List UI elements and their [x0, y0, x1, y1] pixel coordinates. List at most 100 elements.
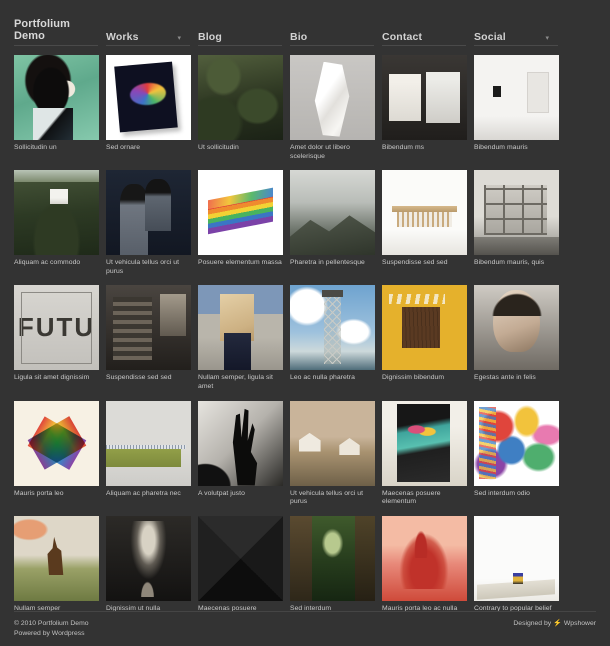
site-title-line1: Portfolium: [14, 18, 70, 30]
item-caption: Aliquam ac commodo: [14, 259, 81, 267]
item-caption: Bibendum mauris: [474, 144, 528, 151]
item-caption: Pharetra in pellentesque: [290, 259, 365, 267]
portfolio-item[interactable]: Bibendum mauris, quis: [474, 170, 566, 276]
item-caption: A volutpat justo: [198, 489, 245, 497]
thumbnail-image[interactable]: [474, 55, 559, 140]
item-caption: Maecenas posuere elementum: [382, 489, 441, 506]
portfolio-item[interactable]: Aliquam ac pharetra nec: [106, 400, 198, 507]
designer-link[interactable]: Wpshower: [564, 619, 596, 629]
nav-item-works[interactable]: Works ▾: [106, 12, 198, 46]
chevron-down-icon: ▾: [177, 35, 181, 42]
thumbnail-image[interactable]: [106, 285, 191, 371]
portfolio-item[interactable]: Nullam semper, ligula sit amet: [198, 285, 290, 391]
thumbnail-image[interactable]: [474, 285, 559, 371]
portfolio-item[interactable]: Maecenas posuere elementum: [382, 400, 474, 507]
nav-label-social: Social: [474, 31, 506, 43]
portfolio-item[interactable]: Mauris porta leo: [14, 400, 106, 507]
nav-label-bio: Bio: [290, 31, 308, 43]
portfolio-item[interactable]: Nullam semper: [14, 515, 106, 614]
thumbnail-image[interactable]: [382, 55, 467, 140]
portfolio-item[interactable]: Sed interdum: [290, 515, 382, 614]
portfolio-item[interactable]: Suspendisse sed sed: [106, 285, 198, 391]
thumbnail-image[interactable]: [474, 515, 559, 601]
portfolio-item[interactable]: Egestas ante in felis: [474, 285, 566, 391]
item-caption: Bibendum ms: [382, 144, 425, 151]
nav-item-social[interactable]: Social ▾: [474, 12, 566, 46]
item-caption: Ligula sit amet dignissim: [14, 374, 90, 382]
thumbnail-image[interactable]: [14, 515, 99, 601]
item-caption: Egestas ante in felis: [474, 374, 536, 382]
grid-row: Sollicitudin un Sed ornare Ut sollicitud…: [14, 55, 596, 170]
portfolio-item[interactable]: Sollicitudin un: [14, 55, 106, 161]
portfolio-item[interactable]: Pharetra in pellentesque: [290, 170, 382, 276]
powered-by-text[interactable]: Powered by Wordpress: [14, 629, 89, 639]
portfolio-item[interactable]: A volutpat justo: [198, 400, 290, 507]
portfolio-item[interactable]: Bibendum ms: [382, 55, 474, 161]
portfolio-item[interactable]: Mauris porta leo ac nulla: [382, 515, 474, 614]
thumbnail-image[interactable]: [290, 515, 375, 601]
portfolio-page: Portfolium Demo Works ▾ Blog Bio Contact…: [0, 0, 610, 646]
thumbnail-image[interactable]: [290, 170, 375, 256]
item-caption: Bibendum mauris, quis: [474, 259, 545, 267]
thumbnail-image[interactable]: [382, 515, 467, 601]
portfolio-item[interactable]: Ut vehicula tellus orci ut purus: [290, 400, 382, 507]
portfolio-item[interactable]: Contrary to popular belief: [474, 515, 566, 614]
thumbnail-image[interactable]: [382, 400, 467, 486]
chevron-down-icon: ▾: [545, 35, 549, 42]
grid-row: Ligula sit amet dignissim Suspendisse se…: [14, 285, 596, 400]
thumbnail-image[interactable]: [14, 55, 99, 140]
portfolio-item[interactable]: Dignissim ut nulla: [106, 515, 198, 614]
thumbnail-image[interactable]: [198, 55, 283, 140]
portfolio-item[interactable]: Bibendum mauris: [474, 55, 566, 161]
grid-row: Nullam semper Dignissim ut nulla Maecena…: [14, 515, 596, 623]
thumbnail-image[interactable]: [106, 515, 191, 601]
portfolio-item[interactable]: Amet dolor ut libero scelerisque: [290, 55, 382, 161]
thumbnail-image[interactable]: [106, 170, 191, 256]
site-header: Portfolium Demo Works ▾ Blog Bio Contact…: [14, 0, 596, 46]
portfolio-item[interactable]: Posuere elementum massa: [198, 170, 290, 276]
nav-item-bio[interactable]: Bio: [290, 12, 382, 46]
thumbnail-image[interactable]: [14, 400, 99, 486]
thumbnail-image[interactable]: [198, 170, 283, 256]
thumbnail-image[interactable]: [198, 285, 283, 371]
thumbnail-image[interactable]: [14, 170, 99, 256]
thumbnail-image[interactable]: [106, 55, 191, 140]
portfolio-item[interactable]: Suspendisse sed sed: [382, 170, 474, 276]
item-caption: Nullam semper, ligula sit amet: [198, 374, 273, 390]
thumbnail-image[interactable]: [290, 55, 375, 140]
nav-item-blog[interactable]: Blog: [198, 12, 290, 46]
thumbnail-image[interactable]: [382, 285, 467, 371]
item-caption: Aliquam ac pharetra nec: [106, 489, 181, 497]
portfolio-item[interactable]: Ut sollicitudin: [198, 55, 290, 161]
thumbnail-image[interactable]: [198, 515, 283, 601]
portfolio-item[interactable]: Dignissim bibendum: [382, 285, 474, 391]
portfolio-item[interactable]: Sed interdum odio: [474, 400, 566, 507]
thumbnail-image[interactable]: [106, 400, 191, 486]
item-caption: Sed ornare: [106, 144, 141, 151]
portfolio-item[interactable]: Leo ac nulla pharetra: [290, 285, 382, 391]
grid-row: Mauris porta leo Aliquam ac pharetra nec…: [14, 400, 596, 516]
item-caption: Suspendisse sed sed: [106, 374, 172, 382]
designed-by-label: Designed by: [513, 620, 552, 627]
thumbnail-image[interactable]: [198, 400, 283, 486]
item-caption: Mauris porta leo: [14, 489, 64, 497]
thumbnail-image[interactable]: [382, 170, 467, 256]
portfolio-item[interactable]: Ligula sit amet dignissim: [14, 285, 106, 391]
portfolio-item[interactable]: Sed ornare: [106, 55, 198, 161]
thumbnail-image[interactable]: [474, 170, 559, 256]
thumbnail-image[interactable]: [474, 400, 559, 486]
item-caption: Ut sollicitudin: [198, 144, 239, 151]
bolt-icon: ⚡: [553, 620, 562, 627]
grid-row: Aliquam ac commodo Ut vehicula tellus or…: [14, 170, 596, 285]
portfolio-item[interactable]: Aliquam ac commodo: [14, 170, 106, 276]
thumbnail-image[interactable]: [14, 285, 99, 371]
item-caption: Ut vehicula tellus orci ut purus: [290, 489, 364, 506]
item-caption: Sed interdum odio: [474, 489, 531, 497]
item-caption: Posuere elementum massa: [198, 259, 282, 267]
site-title[interactable]: Portfolium Demo: [14, 12, 106, 46]
thumbnail-image[interactable]: [290, 285, 375, 371]
thumbnail-image[interactable]: [290, 400, 375, 486]
portfolio-item[interactable]: Maecenas posuere: [198, 515, 290, 614]
nav-item-contact[interactable]: Contact: [382, 12, 474, 46]
portfolio-item[interactable]: Ut vehicula tellus orci ut purus: [106, 170, 198, 276]
